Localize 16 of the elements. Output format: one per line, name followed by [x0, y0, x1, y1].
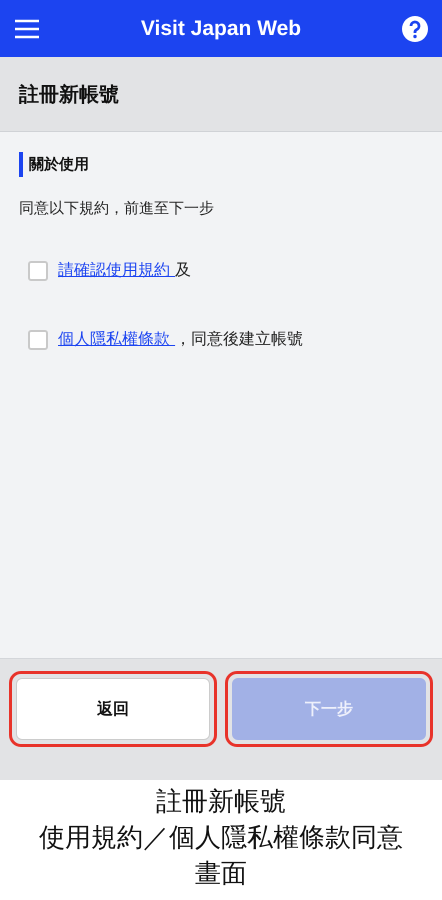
agreement-text: 個人隱私權條款 ，同意後建立帳號 — [58, 329, 304, 350]
terms-link[interactable]: 請確認使用規約 — [58, 260, 176, 279]
app-title: Visit Japan Web — [140, 16, 302, 40]
page-title: 註冊新帳號 — [19, 80, 119, 108]
back-button[interactable]: 返回 — [16, 678, 210, 740]
checkbox[interactable] — [28, 260, 48, 280]
caption-text: 使用規約／個人隱私權條款同意 — [39, 822, 403, 855]
caption-text: 註冊新帳號 — [156, 786, 286, 819]
section-heading: 關於使用 — [19, 152, 423, 177]
caption-text: 畫面 — [195, 858, 247, 891]
terms-link[interactable]: 個人隱私權條款 — [58, 329, 176, 348]
agreement-text: 請確認使用規約 及 — [58, 260, 192, 281]
menu-icon[interactable] — [14, 18, 40, 40]
intro-text: 同意以下規約，前進至下一步 — [19, 199, 215, 218]
help-icon[interactable] — [402, 16, 428, 42]
checkbox[interactable] — [28, 330, 48, 350]
